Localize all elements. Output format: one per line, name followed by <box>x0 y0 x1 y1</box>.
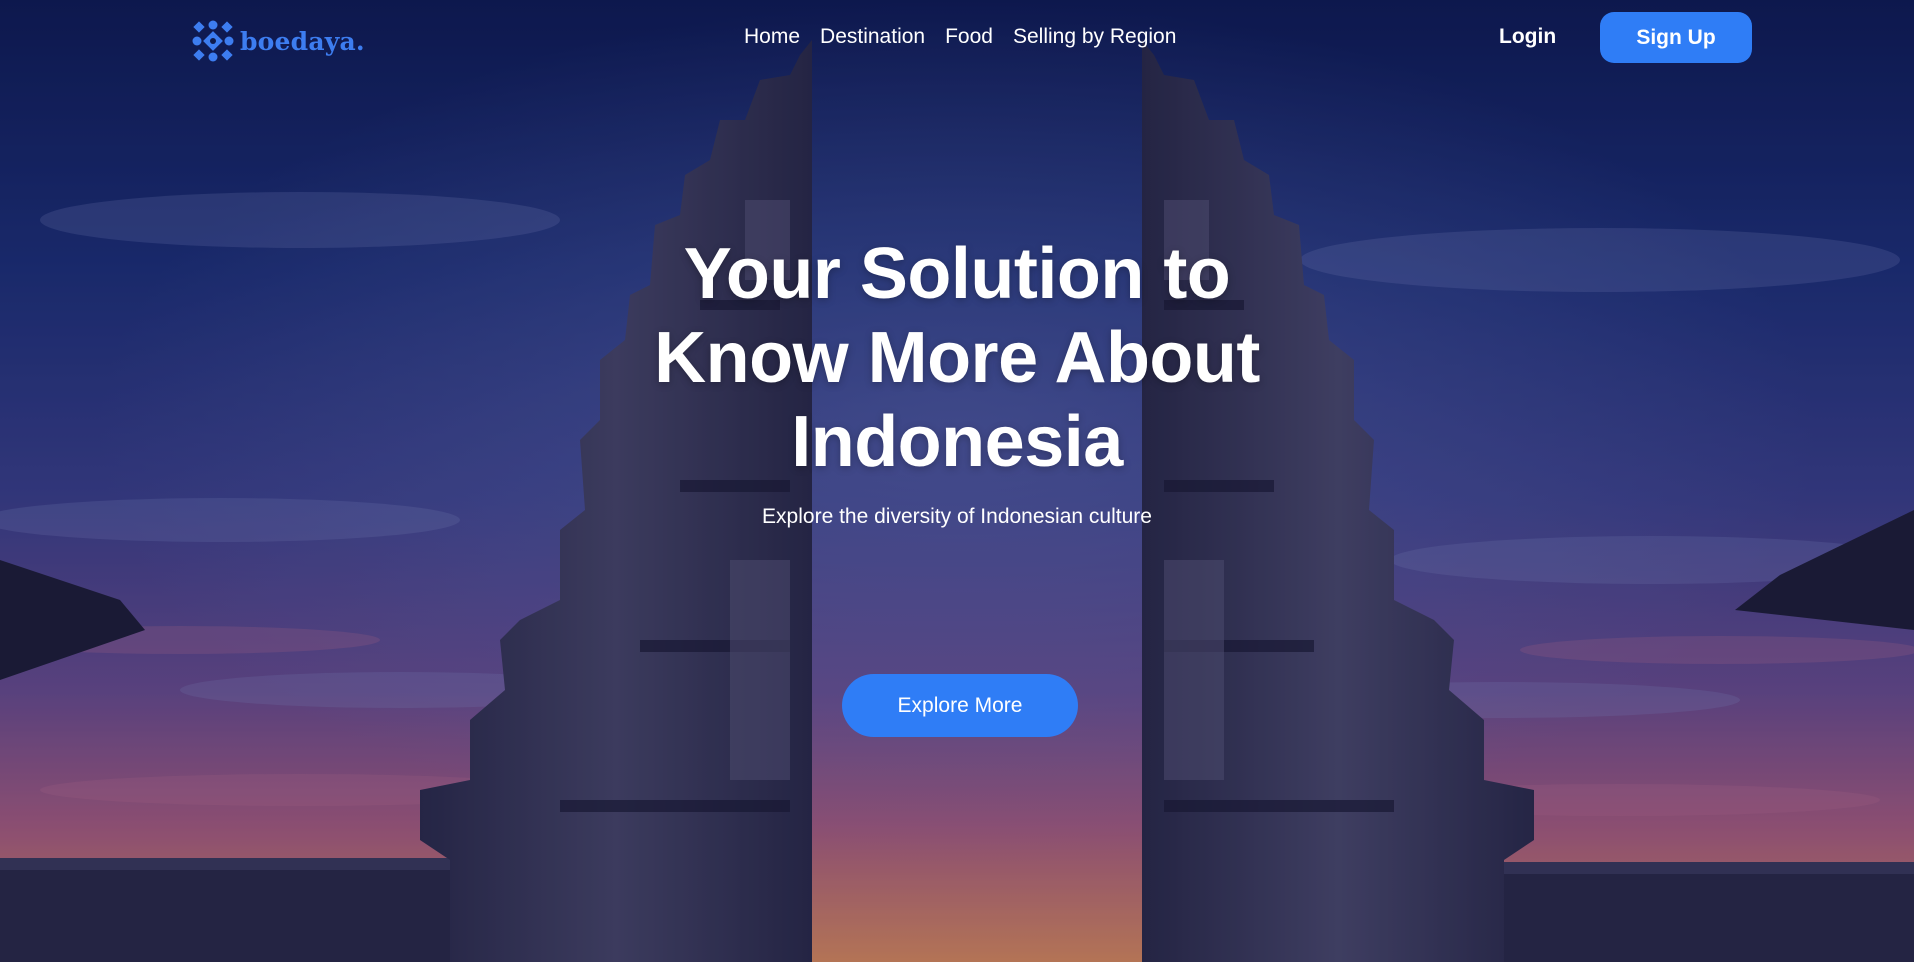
brand-logo[interactable]: boedaya. <box>192 20 365 62</box>
nav-destination-link[interactable]: Destination <box>820 22 925 52</box>
nav-home-link[interactable]: Home <box>744 22 800 52</box>
nav-food-link[interactable]: Food <box>945 22 993 52</box>
hero-background <box>0 0 1914 962</box>
brand-name: boedaya. <box>240 26 365 56</box>
navbar: boedaya. Home Destination Food Selling b… <box>0 0 1914 74</box>
login-link[interactable]: Login <box>1499 22 1556 52</box>
batik-flower-icon <box>192 20 234 62</box>
signup-button[interactable]: Sign Up <box>1600 12 1752 63</box>
temple-gate-illustration <box>0 0 1914 962</box>
main-nav: Home Destination Food Selling by Region <box>744 22 1176 52</box>
nav-selling-by-region-link[interactable]: Selling by Region <box>1013 22 1176 52</box>
explore-more-button[interactable]: Explore More <box>842 674 1078 737</box>
